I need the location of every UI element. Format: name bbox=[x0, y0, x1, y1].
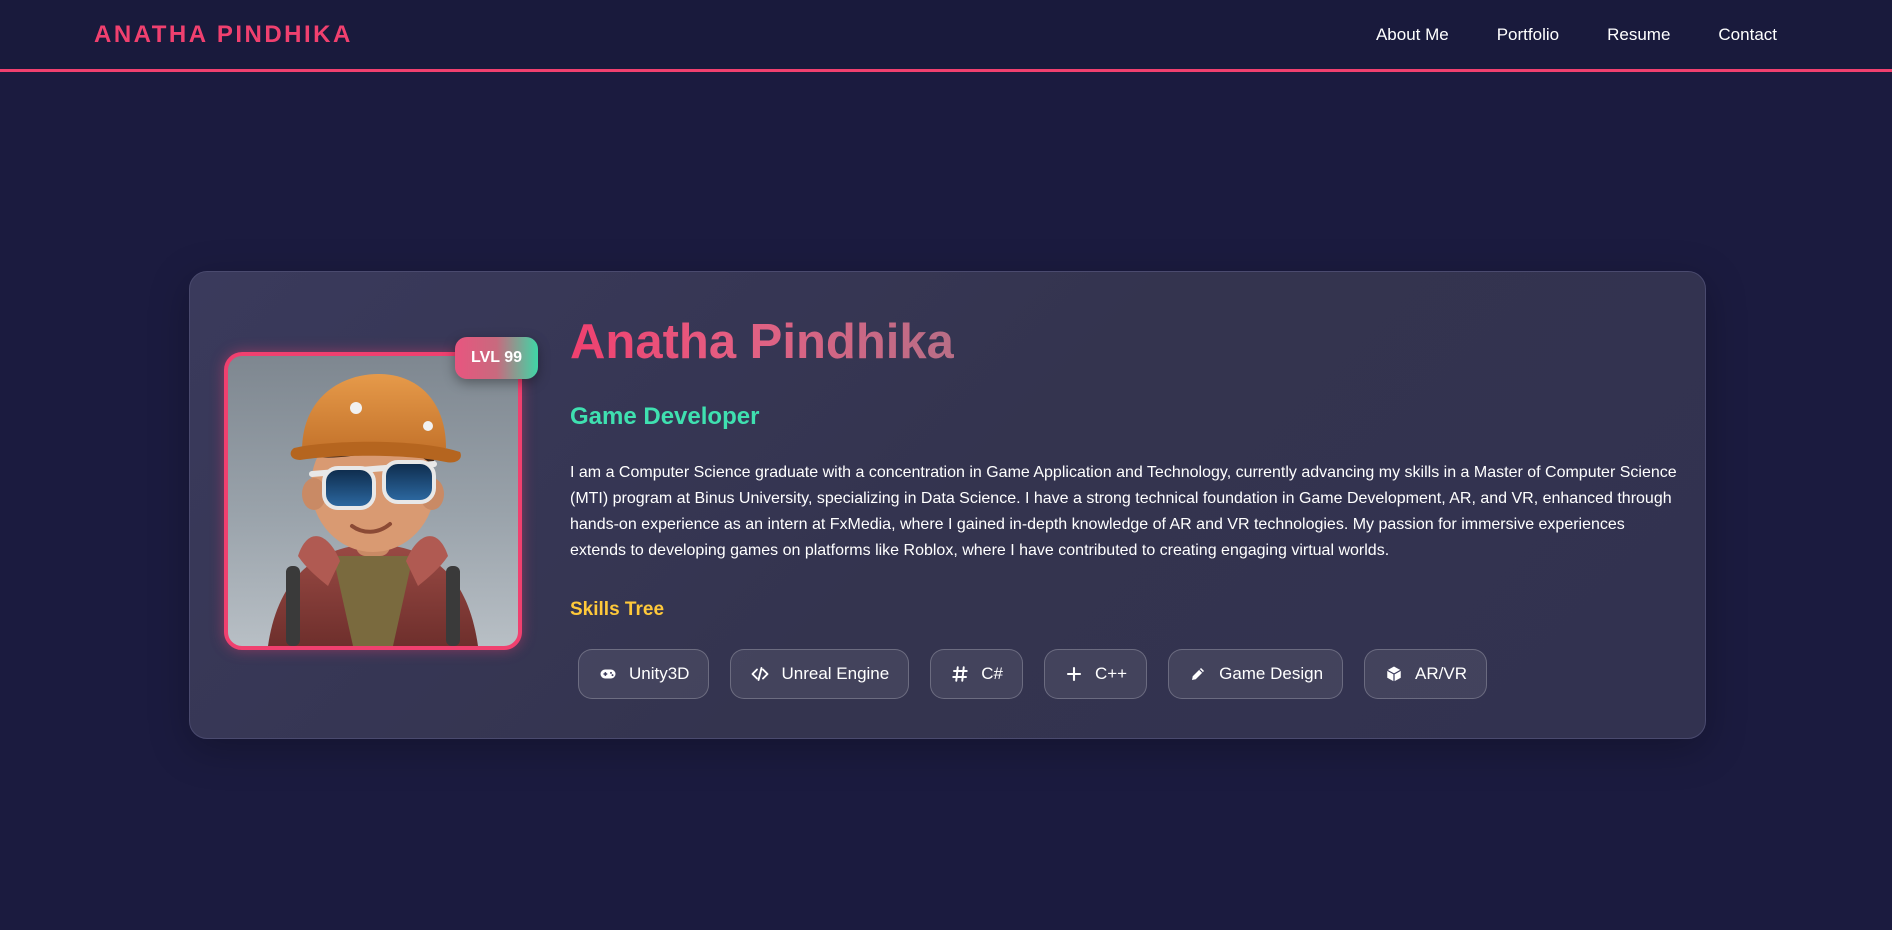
profile-bio: I am a Computer Science graduate with a … bbox=[570, 464, 1677, 559]
top-navbar: ANATHA PINDHIKA About Me Portfolio Resum… bbox=[0, 0, 1892, 72]
skill-ar-vr[interactable]: AR/VR bbox=[1364, 649, 1487, 699]
avatar bbox=[224, 352, 522, 650]
skill-label: AR/VR bbox=[1415, 664, 1467, 683]
skill-label: C# bbox=[981, 664, 1003, 683]
profile-card: LVL 99 Anatha Pindhika Game Developer I … bbox=[189, 271, 1706, 739]
skill-csharp[interactable]: C# bbox=[930, 649, 1023, 699]
skill-label: Unreal Engine bbox=[781, 664, 890, 683]
skills-title: Skills Tree bbox=[570, 599, 665, 620]
plus-icon bbox=[1064, 664, 1084, 684]
skill-unity3d[interactable]: Unity3D bbox=[578, 649, 710, 699]
pencil-icon bbox=[1188, 664, 1208, 684]
profile-name: Anatha Pindhika bbox=[570, 315, 954, 369]
skill-label: Unity3D bbox=[629, 664, 690, 683]
avatar-illustration bbox=[268, 374, 478, 646]
gamepad-icon bbox=[598, 664, 618, 684]
brand-logo[interactable]: ANATHA PINDHIKA bbox=[94, 21, 353, 49]
profile-role: Game Developer bbox=[570, 403, 760, 430]
nav-portfolio[interactable]: Portfolio bbox=[1497, 25, 1559, 45]
nav-contact[interactable]: Contact bbox=[1718, 25, 1777, 45]
skills-list: Unity3D Unreal Engine C# C++ Game Design bbox=[578, 649, 1487, 699]
skill-unreal-engine[interactable]: Unreal Engine bbox=[730, 649, 910, 699]
hashtag-icon bbox=[950, 664, 970, 684]
main-nav: About Me Portfolio Resume Contact bbox=[1328, 25, 1777, 45]
code-icon bbox=[750, 664, 770, 684]
skill-game-design[interactable]: Game Design bbox=[1168, 649, 1344, 699]
skill-label: Game Design bbox=[1219, 664, 1324, 683]
skill-label: C++ bbox=[1094, 664, 1128, 683]
cube-icon bbox=[1384, 664, 1404, 684]
level-badge: LVL 99 bbox=[455, 337, 538, 379]
skill-cpp[interactable]: C++ bbox=[1043, 649, 1148, 699]
nav-about-me[interactable]: About Me bbox=[1376, 25, 1449, 45]
nav-resume[interactable]: Resume bbox=[1607, 25, 1670, 45]
